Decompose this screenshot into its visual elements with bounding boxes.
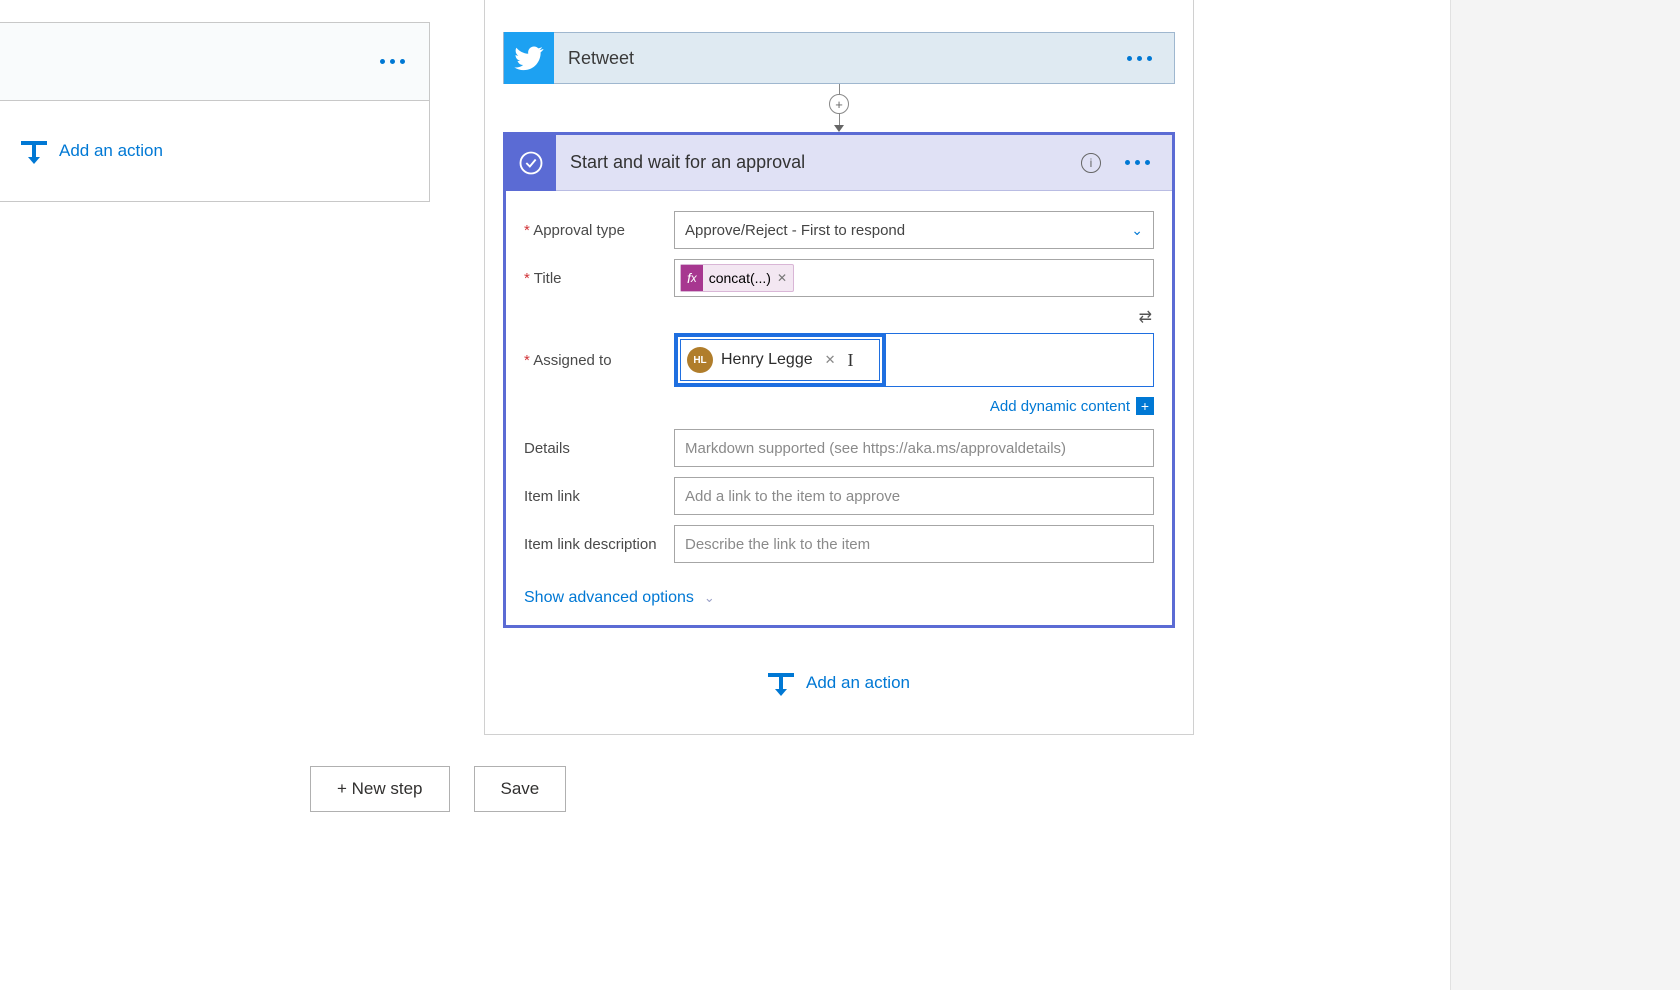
show-advanced-options-link[interactable]: Show advanced options ⌄ (524, 589, 715, 607)
item-link-desc-input[interactable] (674, 525, 1154, 563)
person-name: Henry Legge (721, 351, 813, 369)
twitter-icon (504, 32, 554, 84)
add-action-label: Add an action (59, 141, 163, 161)
add-action-button-main[interactable]: Add an action (768, 670, 910, 696)
add-action-button-left[interactable]: Add an action (21, 138, 163, 164)
add-action-label: Add an action (806, 673, 910, 693)
left-card-menu-button[interactable] (374, 53, 411, 70)
remove-token-icon[interactable]: ✕ (777, 271, 787, 285)
approval-card-title: Start and wait for an approval (556, 152, 1081, 173)
approval-type-value: Approve/Reject - First to respond (685, 222, 905, 239)
chevron-down-icon: ⌄ (704, 590, 715, 606)
add-dynamic-content-plus-icon[interactable]: + (1136, 397, 1154, 415)
retweet-card-menu-button[interactable] (1121, 50, 1158, 67)
person-chip[interactable]: HL Henry Legge ✕ (687, 347, 836, 373)
assigned-to-label: Assigned to (524, 352, 674, 369)
expression-token-label: concat(...) (709, 270, 771, 286)
retweet-action-card[interactable]: Retweet (503, 32, 1175, 84)
approval-icon (506, 135, 556, 191)
retweet-card-title: Retweet (554, 48, 1105, 69)
approval-card-menu-button[interactable] (1119, 154, 1156, 171)
details-input[interactable] (674, 429, 1154, 467)
connector: + (503, 84, 1175, 132)
swap-mode-icon[interactable]: ⇄ (1139, 307, 1152, 327)
add-step-inline-button[interactable]: + (829, 94, 849, 114)
assigned-to-input-highlight: HL Henry Legge ✕ I (674, 333, 886, 387)
add-dynamic-content-link[interactable]: Add dynamic content (990, 398, 1130, 415)
remove-person-icon[interactable]: ✕ (825, 352, 836, 368)
right-panel-strip (1450, 0, 1680, 990)
chevron-down-icon: ⌄ (1131, 222, 1143, 239)
insert-action-icon (21, 138, 47, 164)
avatar: HL (687, 347, 713, 373)
left-branch-card: Add an action (0, 22, 430, 202)
item-link-desc-label: Item link description (524, 536, 674, 553)
title-input[interactable]: fx concat(...) ✕ (674, 259, 1154, 297)
approval-type-select[interactable]: Approve/Reject - First to respond ⌄ (674, 211, 1154, 249)
new-step-button[interactable]: + New step (310, 766, 450, 812)
title-label: Title (524, 270, 674, 287)
expression-token[interactable]: fx concat(...) ✕ (680, 264, 794, 292)
text-cursor-icon: I (848, 350, 854, 371)
save-button[interactable]: Save (474, 766, 567, 812)
insert-action-icon (768, 670, 794, 696)
approval-type-label: Approval type (524, 222, 674, 239)
show-advanced-label: Show advanced options (524, 589, 694, 607)
details-label: Details (524, 440, 674, 457)
approval-action-card: Start and wait for an approval i Approva… (503, 132, 1175, 628)
fx-icon: fx (681, 265, 703, 291)
info-icon[interactable]: i (1081, 153, 1101, 173)
assigned-to-input-extend[interactable] (885, 333, 1154, 387)
assigned-to-input[interactable]: HL Henry Legge ✕ I (680, 339, 880, 381)
item-link-input[interactable] (674, 477, 1154, 515)
item-link-label: Item link (524, 488, 674, 505)
